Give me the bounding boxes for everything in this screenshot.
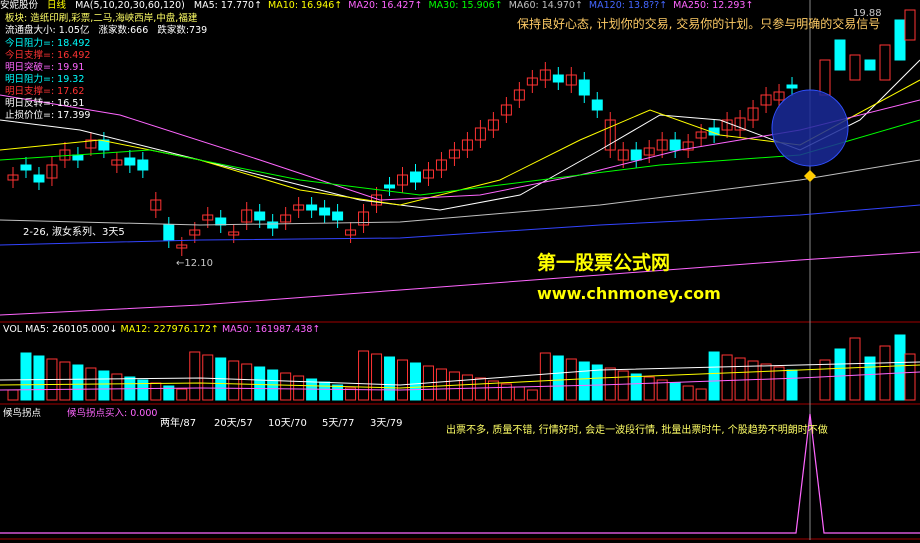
candle <box>384 184 396 189</box>
candle <box>267 221 279 229</box>
volume-header: VOL MA5: 260105.000↓ MA12: 227976.172↑ M… <box>3 324 320 335</box>
candle <box>552 74 564 83</box>
today-resist: 今日阻力=: 18.492 <box>5 38 91 49</box>
ma-item: MA120: 13.8??↑ <box>588 0 668 11</box>
series-annotation: 2-26, 淑女系列、3天5 <box>23 227 125 238</box>
volume-bar <box>552 355 564 401</box>
vol-ma5: MA5: 260105.000↓ <box>25 324 118 335</box>
down-count: 跌家数:739 <box>157 25 208 36</box>
candle <box>591 99 603 111</box>
candle <box>306 204 318 211</box>
ma-item: MA30: 15.906↑ <box>428 0 503 11</box>
stock-name[interactable]: 安妮股份 <box>0 0 38 11</box>
candle <box>319 207 331 216</box>
volume-bar <box>409 362 421 401</box>
float-cap: 流通盘大小: 1.05亿 <box>5 25 90 36</box>
volume-bar <box>894 334 906 401</box>
candle <box>409 171 421 183</box>
ma-item: MA5: 17.770↑ <box>193 0 263 11</box>
candle <box>254 211 266 221</box>
low-price-label: ←12.10 <box>176 258 214 269</box>
tab-10-days[interactable]: 10天/70 <box>268 414 307 429</box>
tab-5-days[interactable]: 5天/77 <box>322 414 354 429</box>
watermark-title: 第一股票公式网 <box>537 252 671 274</box>
tomorrow-reverse: 明日反转=: 16.51 <box>5 98 85 109</box>
candle <box>578 79 590 96</box>
ma-params: MA(5,10,20,30,60,120) <box>75 0 185 11</box>
candle <box>72 154 84 161</box>
slogan-text: 保持良好心态, 计划你的交易, 交易你的计划。只参与明确的交易信号 <box>517 17 881 31</box>
ma-item: MA60: 14.970↑ <box>508 0 583 11</box>
candle <box>124 157 136 166</box>
volume-bar <box>669 382 681 401</box>
volume-bar <box>630 373 642 401</box>
low-price-value: 12.10 <box>184 258 214 269</box>
volume-bar <box>384 356 396 401</box>
candle <box>786 84 798 89</box>
watermark-url: www.chnmoney.com <box>537 284 721 303</box>
indicator-name[interactable]: 候鸟拐点 <box>3 405 41 419</box>
candle <box>332 211 344 221</box>
float-cap-info: 流通盘大小: 1.05亿 涨家数:666 跌家数:739 <box>5 25 207 37</box>
tab-two-years[interactable]: 两年/87 <box>160 414 196 429</box>
tab-3-days[interactable]: 3天/79 <box>370 414 402 429</box>
signal-highlight-circle <box>771 89 849 167</box>
volume-bar <box>20 352 32 401</box>
period-label[interactable]: 日线 <box>47 0 66 11</box>
candle <box>630 149 642 161</box>
indicator-note: 出票不多, 质量不错, 行情好时, 会走一波段行情, 批量出票时牛, 个股趋势不… <box>446 425 828 436</box>
tomorrow-support: 明日支撑=: 17.62 <box>5 86 85 97</box>
volume-bar <box>98 370 110 401</box>
ma-item: MA250: 12.293↑ <box>673 0 754 11</box>
volume-bar <box>72 364 84 401</box>
volume-bar <box>254 366 266 401</box>
volume-bar <box>319 381 331 401</box>
vol-ma50: MA50: 161987.438↑ <box>221 324 321 335</box>
ma-item: MA10: 16.946↑ <box>268 0 343 11</box>
kline-chart[interactable] <box>0 0 920 543</box>
ma-item: MA20: 16.427↑ <box>348 0 423 11</box>
volume-bar <box>578 361 590 401</box>
up-count: 涨家数:666 <box>98 25 149 36</box>
tomorrow-break: 明日突破=: 19.91 <box>5 62 85 73</box>
volume-bar <box>786 369 798 401</box>
vol-ma12: MA12: 227976.172↑ <box>120 324 219 335</box>
candle <box>20 164 32 171</box>
candle <box>894 19 906 61</box>
volume-bar <box>33 355 45 401</box>
candle <box>137 159 149 171</box>
candle <box>864 59 876 71</box>
candle <box>163 224 175 241</box>
candle <box>215 217 227 226</box>
sector-info: 板块: 造纸印刷,彩票,二马,海峡西岸,中盘,福建 <box>5 13 198 24</box>
candle <box>669 139 681 151</box>
tab-20-days[interactable]: 20天/57 <box>214 414 253 429</box>
vol-label: VOL <box>3 324 23 335</box>
volume-bar <box>332 384 344 401</box>
stop-loss: 止损价位=: 17.399 <box>5 110 91 121</box>
today-support: 今日支撑=: 16.492 <box>5 50 91 61</box>
ma-values: MA5: 17.770↑ MA10: 16.946↑ MA20: 16.427↑ MA… <box>194 0 760 11</box>
candle <box>33 174 45 183</box>
volume-bar <box>708 351 720 401</box>
volume-bar <box>137 379 149 401</box>
indicator-buy-label: 候鸟拐点买入: 0.000 <box>67 408 158 419</box>
chart-header: 安妮股份 日线 MA(5,10,20,30,60,120) MA5: 17.77… <box>0 0 765 12</box>
volume-bar <box>834 348 846 401</box>
candle <box>834 39 846 71</box>
tomorrow-resist: 明日阻力=: 19.32 <box>5 74 85 85</box>
